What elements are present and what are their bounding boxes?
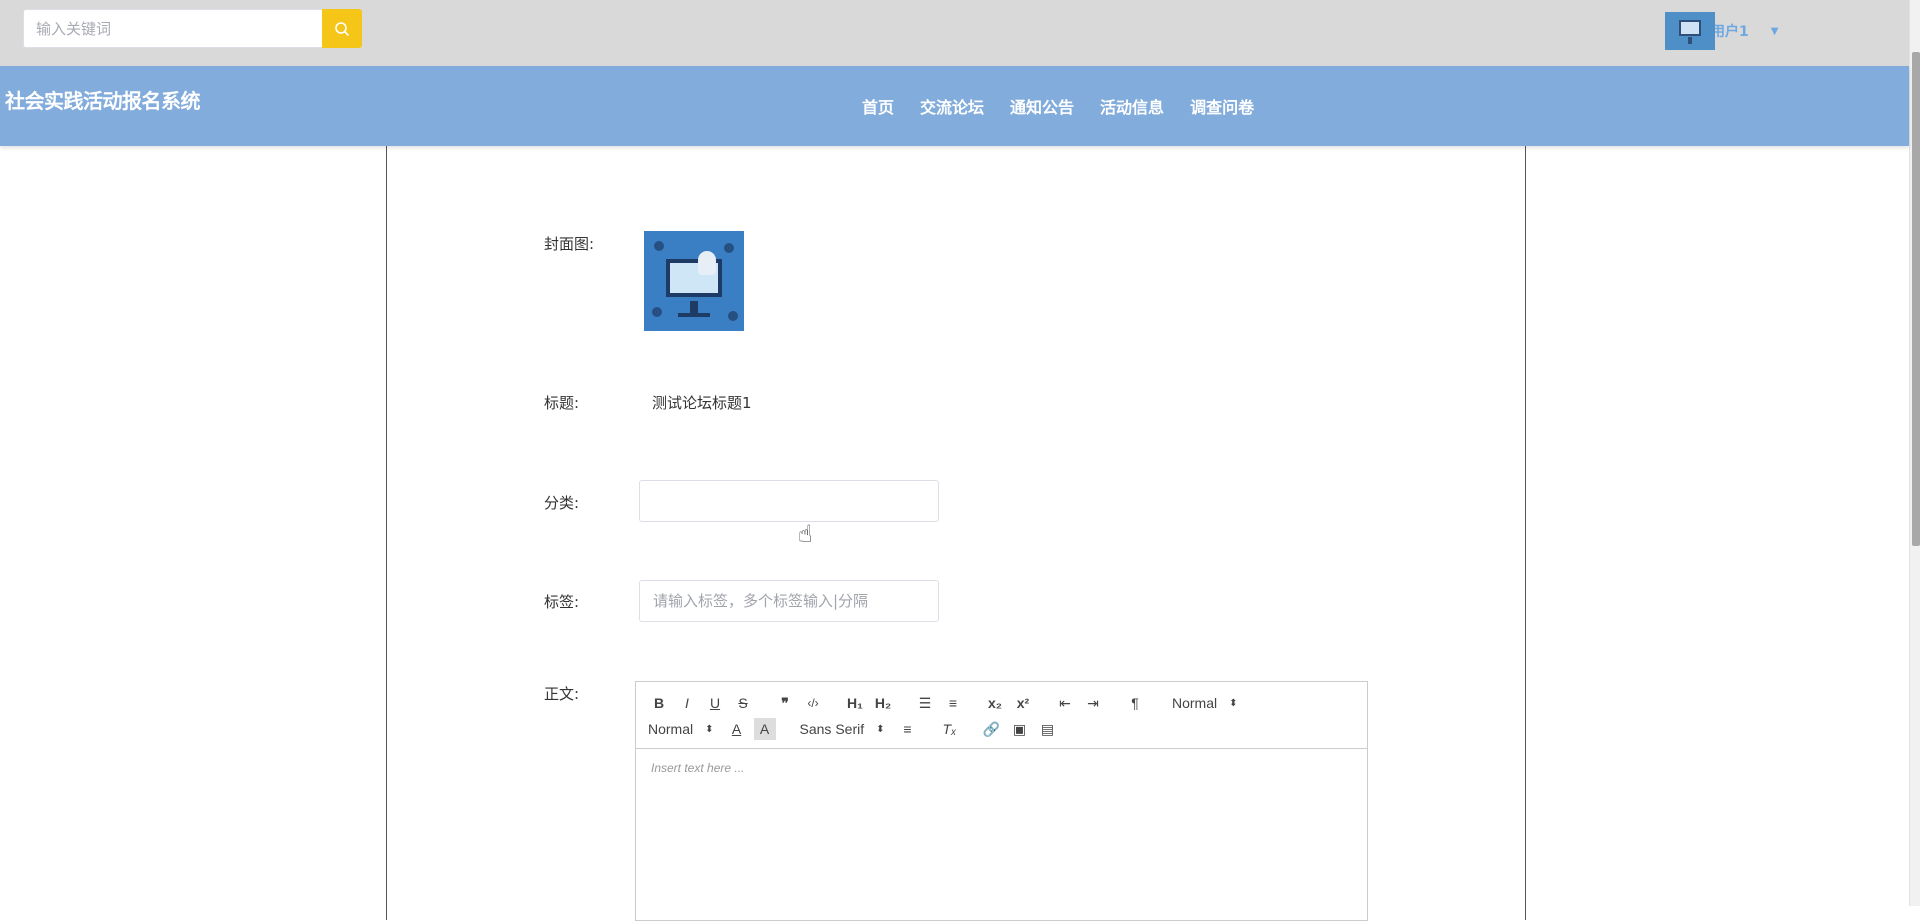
- header-2-icon[interactable]: H₂: [872, 692, 894, 714]
- subscript-icon[interactable]: x₂: [984, 692, 1006, 714]
- nav-item-notice[interactable]: 通知公告: [1010, 94, 1074, 118]
- editor-toolbar: B I U S ❞ ‹/› H₁ H₂ ☰ ≡ x₂ x² ⇤ ⇥ ¶ Norm…: [636, 682, 1367, 749]
- link-icon[interactable]: 🔗: [981, 718, 1003, 740]
- category-field[interactable]: [639, 480, 939, 522]
- code-block-icon[interactable]: ‹/›: [802, 692, 824, 714]
- search-input[interactable]: [23, 9, 322, 48]
- direction-icon[interactable]: ¶: [1124, 692, 1146, 714]
- editor-body[interactable]: Insert text here ...: [636, 749, 1367, 787]
- blockquote-icon[interactable]: ❞: [774, 692, 796, 714]
- main-nav: 首页 交流论坛 通知公告 活动信息 调查问卷: [862, 94, 1280, 118]
- align-icon[interactable]: ≡: [897, 718, 919, 740]
- outdent-icon[interactable]: ⇤: [1054, 692, 1076, 714]
- editor-placeholder: Insert text here ...: [651, 761, 745, 775]
- bold-icon[interactable]: B: [648, 692, 670, 714]
- title-value: 测试论坛标题1: [652, 394, 752, 412]
- clean-icon[interactable]: Tₓ: [939, 718, 961, 740]
- underline-icon[interactable]: U: [704, 692, 726, 714]
- nav-item-survey[interactable]: 调查问卷: [1190, 94, 1254, 118]
- superscript-icon[interactable]: x²: [1012, 692, 1034, 714]
- ordered-list-icon[interactable]: ☰: [914, 692, 936, 714]
- nav-item-forum[interactable]: 交流论坛: [920, 94, 984, 118]
- tags-field[interactable]: [639, 580, 939, 622]
- bullet-list-icon[interactable]: ≡: [942, 692, 964, 714]
- page-scrollbar[interactable]: [1909, 0, 1920, 906]
- indent-icon[interactable]: ⇥: [1082, 692, 1104, 714]
- size-select[interactable]: Normal ⬍: [648, 721, 714, 737]
- hand-cursor-icon: ☝: [798, 520, 813, 548]
- image-icon[interactable]: ▣: [1009, 718, 1031, 740]
- nav-item-activity[interactable]: 活动信息: [1100, 94, 1164, 118]
- nav-item-home[interactable]: 首页: [862, 94, 894, 118]
- video-icon[interactable]: ▤: [1037, 718, 1059, 740]
- font-select[interactable]: Sans Serif ⬍: [800, 721, 885, 737]
- user-menu[interactable]: 用户1 ▼: [1665, 12, 1778, 50]
- cover-label: 封面图:: [544, 235, 595, 253]
- title-label: 标题:: [544, 394, 580, 412]
- search-icon: [335, 21, 350, 36]
- category-label: 分类:: [544, 494, 580, 512]
- scrollbar-thumb[interactable]: [1912, 52, 1920, 546]
- rich-text-editor: B I U S ❞ ‹/› H₁ H₂ ☰ ≡ x₂ x² ⇤ ⇥ ¶ Norm…: [635, 681, 1368, 921]
- search-button[interactable]: [322, 9, 362, 48]
- site-title: 社会实践活动报名系统: [5, 89, 201, 113]
- strike-icon[interactable]: S: [732, 692, 754, 714]
- avatar[interactable]: [1665, 12, 1715, 50]
- chevron-down-icon[interactable]: ▼: [1771, 26, 1779, 37]
- top-bar: 用户1 ▼: [0, 0, 1909, 66]
- color-icon[interactable]: A: [726, 718, 748, 740]
- italic-icon[interactable]: I: [676, 692, 698, 714]
- cover-image[interactable]: [644, 231, 744, 331]
- user-name[interactable]: 用户1: [1711, 21, 1749, 41]
- header-1-icon[interactable]: H₁: [844, 692, 866, 714]
- header-select[interactable]: Normal ⬍: [1172, 695, 1238, 711]
- background-color-icon[interactable]: A: [753, 718, 776, 740]
- nav-bar: 社会实践活动报名系统 首页 交流论坛 通知公告 活动信息 调查问卷: [0, 66, 1909, 146]
- content-label: 正文:: [544, 685, 580, 703]
- tags-label: 标签:: [544, 593, 580, 611]
